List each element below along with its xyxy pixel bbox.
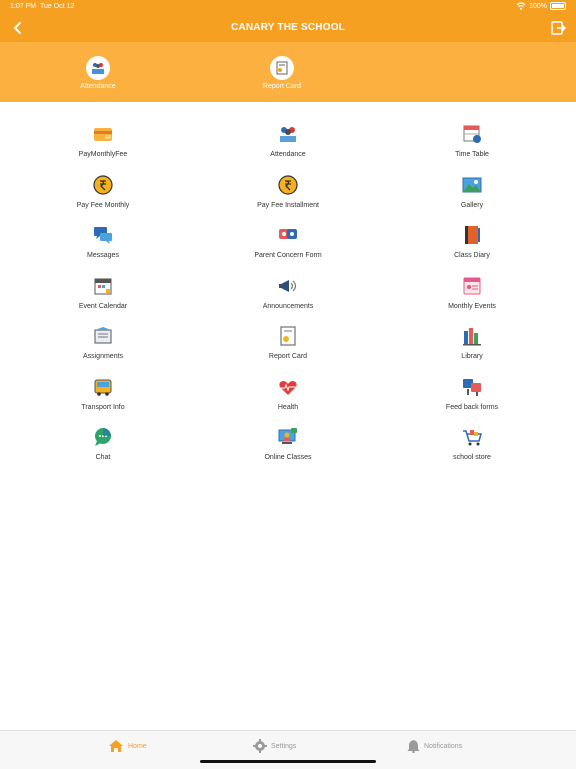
- gear-icon: [253, 739, 267, 753]
- gallery-icon: [462, 177, 482, 193]
- menu-item-label: Transport Info: [81, 404, 125, 411]
- menu-item-online-classes[interactable]: Online Classes: [218, 426, 358, 461]
- tab-settings[interactable]: Settings: [253, 739, 296, 753]
- status-right: 100%: [516, 2, 566, 10]
- menu-item-assignments[interactable]: Assignments: [33, 325, 173, 360]
- menu-item-pay-monthly-fee[interactable]: PayMonthlyFee: [33, 123, 173, 158]
- status-bar: 1:07 PM Tue Oct 12 100%: [0, 0, 576, 14]
- menu-item-monthly-events[interactable]: Monthly Events: [402, 275, 542, 310]
- tab-home-label: Home: [128, 742, 147, 750]
- menu-item-transport-info[interactable]: Transport Info: [33, 376, 173, 411]
- menu-item-label: Attendance: [270, 151, 306, 158]
- tab-home[interactable]: Home: [108, 739, 147, 753]
- rupee-coin-icon: [93, 175, 113, 195]
- menu-item-label: Online Classes: [264, 454, 312, 461]
- attendance-icon: [86, 56, 110, 80]
- menu-item-feedback-forms[interactable]: Feed back forms: [402, 376, 542, 411]
- wifi-icon: [516, 2, 526, 10]
- tab-settings-label: Settings: [271, 742, 297, 750]
- status-time: 1:07 PM: [10, 3, 37, 10]
- menu-item-pay-fee-monthly[interactable]: Pay Fee Monthly: [33, 174, 173, 209]
- menu-item-announcements[interactable]: Announcements: [218, 275, 358, 310]
- tab-notifications-label: Notifications: [424, 742, 463, 750]
- cart-icon: [463, 430, 482, 446]
- menu-item-label: Messages: [87, 252, 119, 259]
- menu-item-label: school store: [453, 454, 491, 461]
- menu-item-label: Time Table: [455, 151, 489, 158]
- diary-icon: [465, 226, 480, 244]
- quick-attendance-button[interactable]: Attendance: [63, 56, 133, 90]
- menu-item-messages[interactable]: Messages: [33, 224, 173, 259]
- battery-icon: [550, 2, 566, 10]
- logout-icon[interactable]: [550, 20, 566, 36]
- menu-item-label: Announcements: [262, 303, 314, 310]
- menu-item-label: Parent Concern Form: [254, 252, 322, 259]
- calendar-icon: [94, 278, 112, 295]
- menu-item-label: Health: [277, 404, 299, 411]
- status-date: Tue Oct 12: [40, 3, 75, 10]
- menu-item-pay-fee-installment[interactable]: Pay Fee Installment: [218, 174, 358, 209]
- menu-item-label: Monthly Events: [448, 303, 496, 310]
- online-classes-icon: [278, 428, 297, 444]
- quick-attendance-label: Attendance: [80, 83, 116, 90]
- menu-item-library[interactable]: Library: [402, 325, 542, 360]
- assignments-icon: [94, 327, 112, 344]
- messages-icon: [94, 227, 112, 244]
- menu-item-chat[interactable]: Chat: [33, 426, 173, 461]
- attendance-icon: [280, 127, 296, 142]
- megaphone-icon: [279, 280, 297, 292]
- concern-form-icon: [279, 229, 297, 239]
- tab-notifications[interactable]: Notifications: [407, 739, 462, 753]
- report-card-icon: [280, 326, 296, 346]
- menu-item-label: Pay Fee Installment: [257, 202, 319, 209]
- home-icon: [109, 740, 123, 752]
- quick-report-card-button[interactable]: Report Card: [247, 56, 317, 90]
- page-title: CANARY THE SCHOOL: [231, 22, 345, 33]
- menu-item-label: PayMonthlyFee: [78, 151, 128, 158]
- menu-item-report-card[interactable]: Report Card: [218, 325, 358, 360]
- menu-item-time-table[interactable]: Time Table: [402, 123, 542, 158]
- bell-icon: [407, 740, 420, 753]
- menu-item-school-store[interactable]: school store: [402, 426, 542, 461]
- menu-item-label: Assignments: [82, 353, 124, 360]
- header-bar: CANARY THE SCHOOL: [0, 14, 576, 42]
- library-icon: [463, 328, 481, 346]
- monthly-events-icon: [463, 277, 481, 295]
- timetable-icon: [463, 125, 481, 143]
- wallet-icon: [94, 128, 112, 141]
- menu-item-gallery[interactable]: Gallery: [402, 174, 542, 209]
- quick-actions-bar: Attendance Report Card: [0, 42, 576, 102]
- quick-report-card-label: Report Card: [262, 83, 302, 90]
- menu-item-attendance[interactable]: Attendance: [218, 123, 358, 158]
- menu-item-label: Gallery: [460, 202, 484, 209]
- menu-item-label: Event Calendar: [78, 303, 128, 310]
- menu-item-health[interactable]: Health: [218, 376, 358, 411]
- menu-item-label: Library: [461, 353, 483, 360]
- heart-icon: [279, 381, 297, 395]
- bottom-tab-bar: Home Settings Notifications: [0, 730, 576, 769]
- feedback-icon: [463, 379, 481, 396]
- rupee-coin-icon: [278, 175, 298, 195]
- home-indicator: [200, 760, 376, 763]
- bus-icon: [94, 379, 112, 396]
- menu-item-class-diary[interactable]: Class Diary: [402, 224, 542, 259]
- report-card-icon: [270, 56, 294, 80]
- menu-item-parent-concern-form[interactable]: Parent Concern Form: [218, 224, 358, 259]
- menu-item-label: Chat: [95, 454, 111, 461]
- menu-item-label: Class Diary: [454, 252, 490, 259]
- menu-item-label: Pay Fee Monthly: [76, 202, 130, 209]
- battery-percent: 100%: [529, 2, 547, 10]
- menu-item-label: Feed back forms: [445, 404, 499, 411]
- menu-item-event-calendar[interactable]: Event Calendar: [33, 275, 173, 310]
- menu-item-label: Report Card: [268, 353, 308, 360]
- chat-icon: [95, 428, 111, 446]
